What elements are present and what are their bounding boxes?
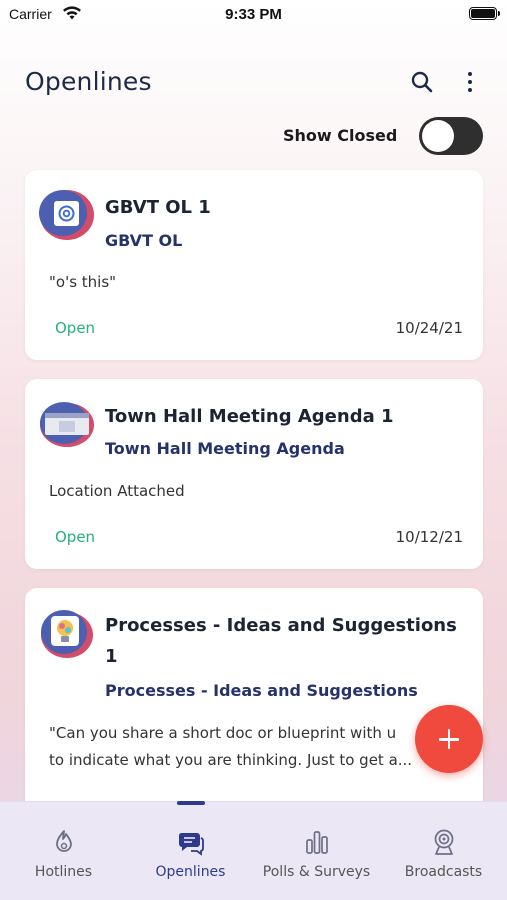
tab-polls-surveys[interactable]: Polls & Surveys [253, 802, 380, 900]
openline-group: GBVT OL [105, 231, 183, 250]
openline-name: Processes - Ideas and Suggestions 1 [105, 615, 457, 667]
openline-card[interactable]: GBVT OL 1 GBVT OL "o's this" Open 10/24/… [25, 170, 483, 360]
tab-label: Hotlines [34, 864, 93, 880]
broadcast-icon [434, 829, 453, 855]
chat-bubbles-icon [178, 833, 204, 856]
show-closed-label: Show Closed [283, 126, 398, 145]
tab-label: Polls & Surveys [262, 864, 371, 880]
status-badge: Open [55, 528, 96, 546]
tab-broadcasts[interactable]: Broadcasts [380, 802, 507, 900]
openline-name: GBVT OL 1 [105, 197, 211, 218]
add-openline-button[interactable] [415, 705, 483, 773]
openline-card[interactable]: Town Hall Meeting Agenda 1 Town Hall Mee… [25, 379, 483, 569]
bar-chart-icon [305, 831, 328, 854]
active-tab-indicator [177, 801, 205, 805]
clock: 9:33 PM [225, 6, 282, 23]
message-snippet: Location Attached [49, 482, 185, 500]
tab-label: Broadcasts [404, 864, 483, 880]
show-closed-toggle[interactable] [419, 117, 483, 155]
search-icon[interactable] [410, 70, 434, 94]
tab-label: Openlines [155, 864, 226, 880]
date-label: 10/24/21 [395, 319, 463, 337]
more-vertical-icon[interactable] [462, 72, 478, 94]
page-title: Openlines [25, 67, 152, 96]
openline-group: Town Hall Meeting Agenda [105, 439, 345, 458]
message-snippet-line-2: to indicate what you are thinking. Just … [49, 751, 413, 769]
toggle-knob [422, 120, 454, 152]
lightbulb-icon [41, 610, 93, 658]
status-bar: Carrier 9:33 PM [0, 0, 507, 30]
openline-card[interactable]: Processes - Ideas and Suggestions 1 Proc… [25, 588, 483, 828]
date-label: 10/12/21 [395, 528, 463, 546]
flame-icon [55, 830, 72, 852]
tab-hotlines[interactable]: Hotlines [0, 802, 127, 900]
tab-bar: Hotlines Openlines Polls & Surveys Broad… [0, 801, 507, 900]
tab-openlines[interactable]: Openlines [127, 802, 254, 900]
openline-name: Town Hall Meeting Agenda 1 [105, 406, 394, 427]
at-sign-icon [39, 190, 94, 240]
battery-icon [469, 7, 500, 20]
message-snippet: "o's this" [49, 273, 117, 291]
status-badge: Open [55, 319, 96, 337]
meeting-image-icon [40, 402, 94, 447]
message-snippet-line-1: "Can you share a short doc or blueprint … [49, 724, 397, 742]
openline-group: Processes - Ideas and Suggestions [105, 681, 418, 700]
